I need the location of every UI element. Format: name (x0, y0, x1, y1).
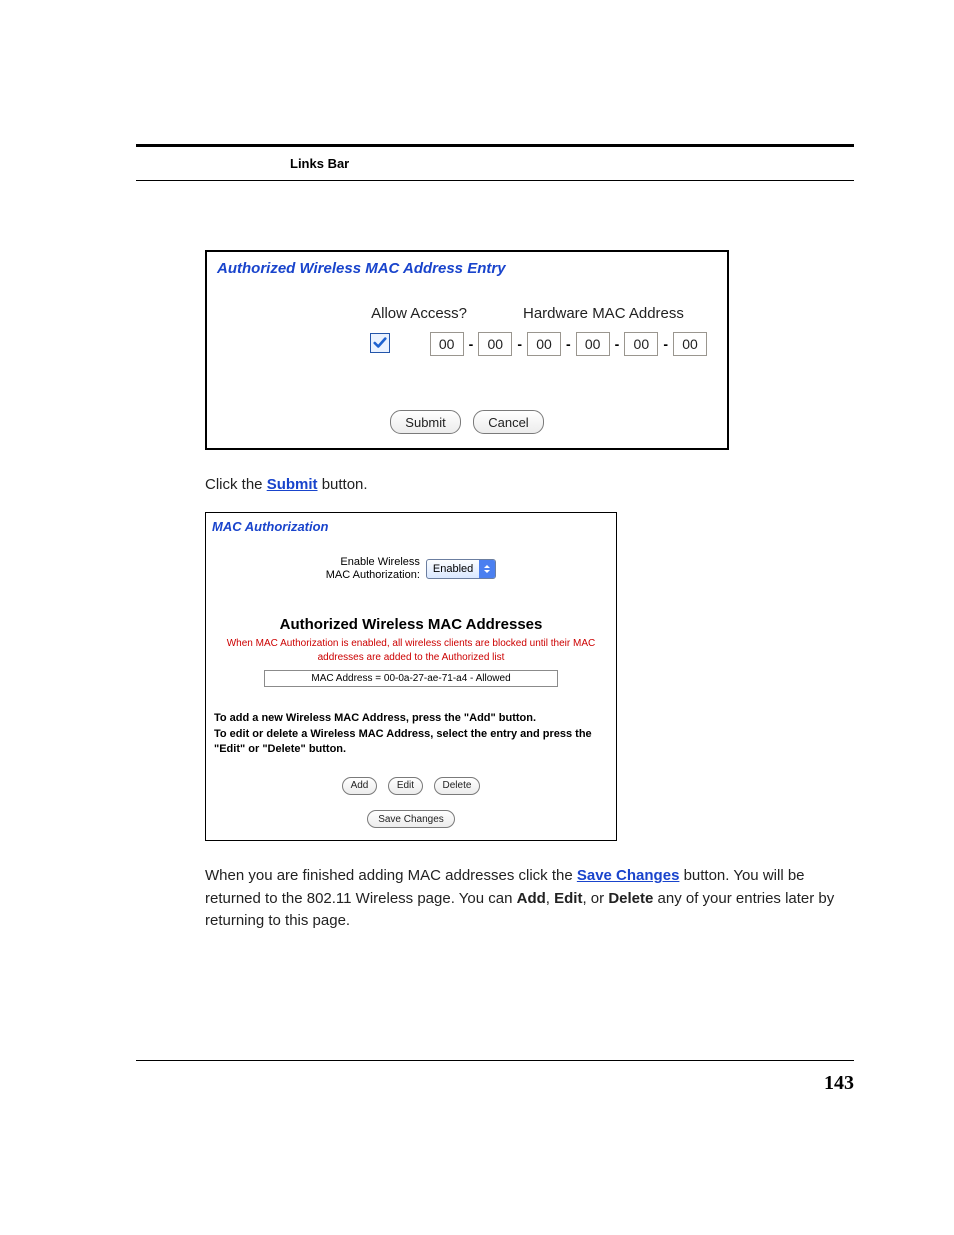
command-instructions: To add a new Wireless MAC Address, press… (206, 711, 616, 775)
header-rule-thin (136, 180, 854, 181)
mac-dash: - (566, 336, 571, 352)
add-button[interactable]: Add (342, 777, 378, 795)
delete-bold: Delete (608, 890, 653, 907)
save-changes-link[interactable]: Save Changes (577, 867, 680, 884)
instr2-t1: When you are finished adding MAC address… (205, 867, 577, 884)
authorized-mac-entry: MAC Address = 00-0a-27-ae-71-a4 - Allowe… (311, 673, 510, 684)
mac-dash: - (663, 336, 668, 352)
authorization-warning: When MAC Authorization is enabled, all w… (206, 637, 616, 670)
submit-button[interactable]: Submit (390, 410, 460, 434)
page-number: 143 (824, 1072, 854, 1095)
mac-octet-1[interactable]: 00 (430, 332, 464, 356)
cmd-line-2: To edit or delete a Wireless MAC Address… (214, 728, 592, 755)
mac-dash: - (517, 336, 522, 352)
enable-wireless-select[interactable]: Enabled (426, 559, 496, 579)
footer-rule (136, 1060, 854, 1061)
mac-entry-title: Authorized Wireless MAC Address Entry (207, 252, 727, 277)
allow-access-header: Allow Access? (227, 305, 507, 322)
enable-wireless-label-l1: Enable Wireless (340, 556, 419, 568)
instruction-save: When you are finished adding MAC address… (205, 865, 845, 933)
instr2-t4: , or (582, 890, 608, 907)
instr1-before: Click the (205, 476, 267, 493)
enable-wireless-label-l2: MAC Authorization: (326, 569, 420, 581)
mac-dash: - (469, 336, 474, 352)
enable-wireless-row: Enable Wireless MAC Authorization: Enabl… (206, 534, 616, 616)
mac-octet-6[interactable]: 00 (673, 332, 707, 356)
mac-entry-buttons: Submit Cancel (207, 380, 727, 448)
links-bar-label: Links Bar (290, 156, 349, 171)
document-page: Links Bar Authorized Wireless MAC Addres… (0, 0, 954, 1235)
hardware-mac-header: Hardware MAC Address (507, 305, 707, 322)
instr2-t3: , (546, 890, 554, 907)
select-arrows-icon (479, 560, 495, 578)
delete-button[interactable]: Delete (434, 777, 481, 795)
authorized-addresses-heading: Authorized Wireless MAC Addresses (206, 616, 616, 637)
allow-access-checkbox[interactable] (370, 333, 390, 353)
mac-authorization-title: MAC Authorization (206, 513, 616, 534)
edit-bold: Edit (554, 890, 582, 907)
mac-octet-row: 00 - 00 - 00 - 00 - 00 - 00 (430, 332, 707, 356)
enable-wireless-value: Enabled (427, 563, 479, 575)
mac-octet-4[interactable]: 00 (576, 332, 610, 356)
mac-entry-panel: Authorized Wireless MAC Address Entry Al… (205, 250, 729, 450)
mac-list-buttons: Add Edit Delete (206, 775, 616, 809)
instruction-submit: Click the Submit button. (205, 474, 854, 496)
mac-octet-3[interactable]: 00 (527, 332, 561, 356)
add-bold: Add (517, 890, 546, 907)
save-row: Save Changes (206, 809, 616, 841)
mac-entry-header-row: Allow Access? Hardware MAC Address (227, 305, 707, 322)
instr1-after: button. (318, 476, 368, 493)
cancel-button[interactable]: Cancel (473, 410, 543, 434)
save-changes-button[interactable]: Save Changes (367, 810, 455, 828)
header-rule-thick (136, 144, 854, 147)
mac-octet-5[interactable]: 00 (624, 332, 658, 356)
allow-access-cell (227, 333, 430, 355)
mac-octet-2[interactable]: 00 (478, 332, 512, 356)
page-content: Authorized Wireless MAC Address Entry Al… (205, 250, 854, 933)
enable-wireless-label: Enable Wireless MAC Authorization: (326, 556, 420, 582)
submit-link[interactable]: Submit (267, 476, 318, 493)
mac-authorization-panel: MAC Authorization Enable Wireless MAC Au… (205, 512, 617, 842)
mac-entry-input-row: 00 - 00 - 00 - 00 - 00 - 00 (227, 332, 707, 356)
checkmark-icon (373, 336, 387, 350)
cmd-line-1: To add a new Wireless MAC Address, press… (214, 712, 536, 724)
mac-dash: - (615, 336, 620, 352)
mac-entry-body: Allow Access? Hardware MAC Address 00 - … (207, 277, 727, 380)
edit-button[interactable]: Edit (388, 777, 423, 795)
authorized-mac-list[interactable]: MAC Address = 00-0a-27-ae-71-a4 - Allowe… (264, 670, 558, 687)
